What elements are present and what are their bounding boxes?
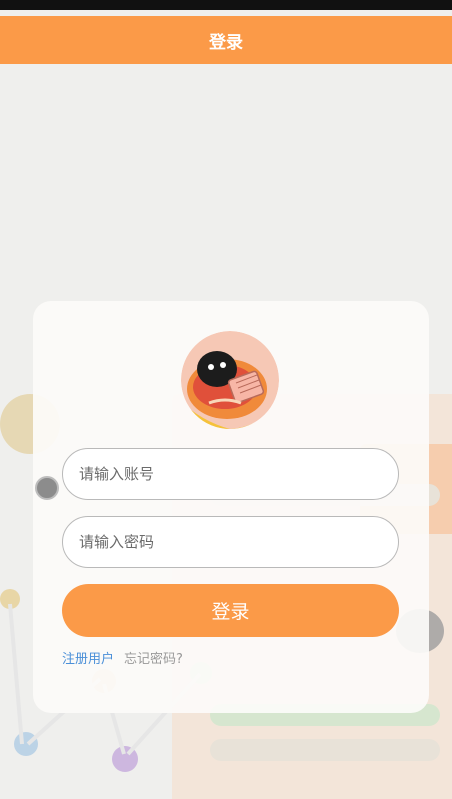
password-field[interactable]	[62, 516, 399, 568]
login-button[interactable]: 登录	[62, 584, 399, 637]
register-link[interactable]: 注册用户	[62, 648, 114, 667]
password-input[interactable]	[63, 517, 398, 567]
status-bar	[0, 0, 452, 10]
account-field[interactable]	[62, 448, 399, 500]
forgot-password-link[interactable]: 忘记密码?	[124, 648, 183, 667]
auth-links: 注册用户 忘记密码?	[62, 648, 183, 667]
cartoon-avatar-icon	[181, 331, 279, 429]
page-header: 登录	[0, 16, 452, 64]
account-input[interactable]	[63, 449, 398, 499]
floating-dot-icon[interactable]	[35, 476, 59, 500]
page-title: 登录	[209, 32, 243, 53]
